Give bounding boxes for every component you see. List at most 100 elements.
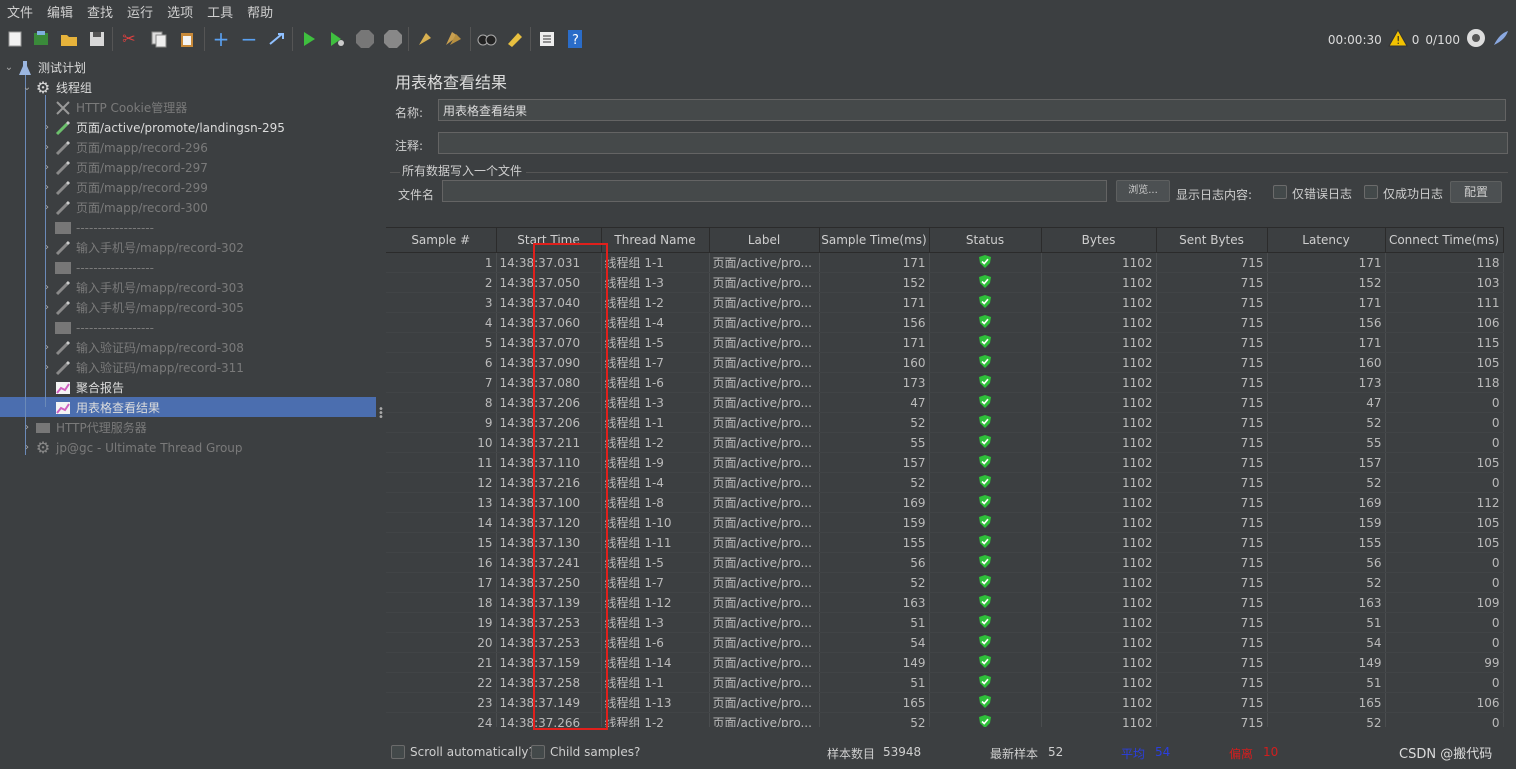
splitter-grip-icon[interactable]: • • • [378, 405, 384, 423]
table-row[interactable]: 13 14:38:37.100 线程组 1-8 页面/active/pro... 169… [386, 492, 1504, 513]
help-icon[interactable]: ? [564, 28, 586, 50]
menu-item[interactable]: 选项 [160, 2, 200, 21]
tree-node-test-plan[interactable]: ⌄ 测试计划 [2, 58, 86, 78]
chevron-right-icon[interactable]: › [20, 438, 34, 458]
tree-node-thread-group[interactable]: ⌄ ⚙ 线程组 [20, 78, 92, 98]
tree-node[interactable]: › 输入手机号/mapp/record-302 [40, 238, 244, 258]
chevron-right-icon[interactable]: › [40, 358, 54, 378]
table-row[interactable]: 12 14:38:37.216 线程组 1-4 页面/active/pro... 52 1… [386, 472, 1504, 493]
tree-node[interactable]: › 页面/mapp/record-296 [40, 138, 208, 158]
table-row[interactable]: 22 14:38:37.258 线程组 1-1 页面/active/pro... 51 1… [386, 672, 1504, 693]
success-only-checkbox[interactable] [1364, 185, 1378, 199]
table-row[interactable]: 4 14:38:37.060 线程组 1-4 页面/active/pro... 156 1… [386, 312, 1504, 333]
tree-node-ultimate-thread-group[interactable]: › ⚙ jp@gc - Ultimate Thread Group [20, 438, 243, 458]
chevron-right-icon[interactable]: › [40, 338, 54, 358]
table-row[interactable]: 14 14:38:37.120 线程组 1-10 页面/active/pro... 15… [386, 512, 1504, 533]
menu-item[interactable]: 文件 [0, 2, 40, 21]
menu-item[interactable]: 编辑 [40, 2, 80, 21]
configure-button[interactable]: 配置 [1450, 181, 1502, 203]
new-icon[interactable] [4, 28, 26, 50]
tree-node[interactable]: › 输入验证码/mapp/record-311 [40, 358, 244, 378]
scroll-automatically-checkbox[interactable] [391, 745, 405, 759]
tree-node[interactable]: ------------------ [40, 318, 154, 338]
filename-field[interactable] [442, 180, 1107, 202]
expand-icon[interactable]: + [210, 28, 232, 50]
name-field[interactable]: 用表格查看结果 [438, 99, 1506, 121]
tree-node[interactable]: › 页面/mapp/record-299 [40, 178, 208, 198]
toggle-icon[interactable] [266, 28, 288, 50]
table-row[interactable]: 7 14:38:37.080 线程组 1-6 页面/active/pro... 173 1… [386, 372, 1504, 393]
table-row[interactable]: 9 14:38:37.206 线程组 1-1 页面/active/pro... 52 11… [386, 412, 1504, 433]
chevron-right-icon[interactable]: › [40, 158, 54, 178]
tree-node[interactable]: › 页面/active/promote/landingsn-295 [40, 118, 285, 138]
chevron-right-icon[interactable]: › [40, 298, 54, 318]
table-row[interactable]: 3 14:38:37.040 线程组 1-2 页面/active/pro... 171 1… [386, 292, 1504, 313]
table-row[interactable]: 15 14:38:37.130 线程组 1-11 页面/active/pro... 15… [386, 532, 1504, 553]
chevron-right-icon[interactable]: › [20, 418, 34, 438]
column-header[interactable]: Sent Bytes [1156, 227, 1268, 253]
tree-node[interactable]: › 页面/mapp/record-297 [40, 158, 208, 178]
clear-all-icon[interactable] [442, 28, 464, 50]
stop-icon[interactable] [354, 28, 376, 50]
save-icon[interactable] [86, 28, 108, 50]
table-row[interactable]: 20 14:38:37.253 线程组 1-6 页面/active/pro... 54 1… [386, 632, 1504, 653]
table-row[interactable]: 17 14:38:37.250 线程组 1-7 页面/active/pro... 52 1… [386, 572, 1504, 593]
start-icon[interactable] [298, 28, 320, 50]
tree-node[interactable]: HTTP Cookie管理器 [40, 98, 187, 118]
chevron-right-icon[interactable]: › [40, 198, 54, 218]
menu-item[interactable]: 帮助 [240, 2, 280, 21]
tree-node[interactable]: 聚合报告 [40, 378, 124, 398]
tree-node[interactable]: › 输入手机号/mapp/record-303 [40, 278, 244, 298]
column-header[interactable]: Status [929, 227, 1042, 253]
column-header[interactable]: Bytes [1041, 227, 1157, 253]
tree-node[interactable]: ------------------ [40, 218, 154, 238]
warning-icon[interactable]: ! [1387, 28, 1408, 50]
chevron-right-icon[interactable]: › [40, 178, 54, 198]
table-row[interactable]: 6 14:38:37.090 线程组 1-7 页面/active/pro... 160 1… [386, 352, 1504, 373]
tree-node-http-proxy[interactable]: › HTTP代理服务器 [20, 418, 147, 438]
templates-icon[interactable] [30, 28, 52, 50]
tree-node[interactable]: › 页面/mapp/record-300 [40, 198, 208, 218]
collapse-icon[interactable]: − [238, 28, 260, 50]
chevron-right-icon[interactable]: › [40, 138, 54, 158]
menu-item[interactable]: 工具 [200, 2, 240, 21]
clear-icon[interactable] [414, 28, 436, 50]
table-row[interactable]: 16 14:38:37.241 线程组 1-5 页面/active/pro... 56 1… [386, 552, 1504, 573]
start-no-pause-icon[interactable] [326, 28, 348, 50]
reset-search-icon[interactable] [504, 28, 526, 50]
browse-button[interactable]: 浏览... [1116, 180, 1170, 202]
child-samples-checkbox[interactable] [531, 745, 545, 759]
table-row[interactable]: 24 14:38:37.266 线程组 1-2 页面/active/pro... 52 1… [386, 712, 1504, 727]
comment-field[interactable] [438, 132, 1508, 154]
table-row[interactable]: 19 14:38:37.253 线程组 1-3 页面/active/pro... 51 1… [386, 612, 1504, 633]
table-row[interactable]: 21 14:38:37.159 线程组 1-14 页面/active/pro... 14… [386, 652, 1504, 673]
table-row[interactable]: 23 14:38:37.149 线程组 1-13 页面/active/pro... 16… [386, 692, 1504, 713]
column-header[interactable]: Label [709, 227, 820, 253]
paste-icon[interactable] [176, 28, 198, 50]
shutdown-icon[interactable] [382, 28, 404, 50]
table-row[interactable]: 10 14:38:37.211 线程组 1-2 页面/active/pro... 55 1… [386, 432, 1504, 453]
chevron-down-icon[interactable]: ⌄ [2, 58, 16, 78]
table-row[interactable]: 1 14:38:37.031 线程组 1-1 页面/active/pro... 171 1… [386, 252, 1504, 273]
column-header[interactable]: Sample Time(ms) [819, 227, 930, 253]
column-header[interactable]: Latency [1267, 227, 1386, 253]
table-row[interactable]: 8 14:38:37.206 线程组 1-3 页面/active/pro... 47 11… [386, 392, 1504, 413]
function-helper-icon[interactable] [536, 28, 558, 50]
column-header[interactable]: Connect Time(ms) [1385, 227, 1504, 253]
errors-only-checkbox[interactable] [1273, 185, 1287, 199]
chevron-right-icon[interactable]: › [40, 238, 54, 258]
chevron-right-icon[interactable]: › [40, 118, 54, 138]
table-row[interactable]: 11 14:38:37.110 线程组 1-9 页面/active/pro... 157… [386, 452, 1504, 473]
column-header[interactable]: Sample # [386, 227, 497, 253]
chevron-down-icon[interactable]: ⌄ [20, 78, 34, 98]
tree-node[interactable]: ------------------ [40, 258, 154, 278]
column-header[interactable]: Start Time [496, 227, 602, 253]
remote-icon[interactable] [1466, 28, 1486, 51]
tree-node[interactable]: › 输入手机号/mapp/record-305 [40, 298, 244, 318]
cut-icon[interactable]: ✂ [118, 28, 140, 50]
open-icon[interactable] [58, 28, 80, 50]
table-row[interactable]: 18 14:38:37.139 线程组 1-12 页面/active/pro... 16… [386, 592, 1504, 613]
table-row[interactable]: 5 14:38:37.070 线程组 1-5 页面/active/pro... 171 1… [386, 332, 1504, 353]
table-row[interactable]: 2 14:38:37.050 线程组 1-3 页面/active/pro... 152 1… [386, 272, 1504, 293]
search-icon[interactable] [476, 28, 498, 50]
